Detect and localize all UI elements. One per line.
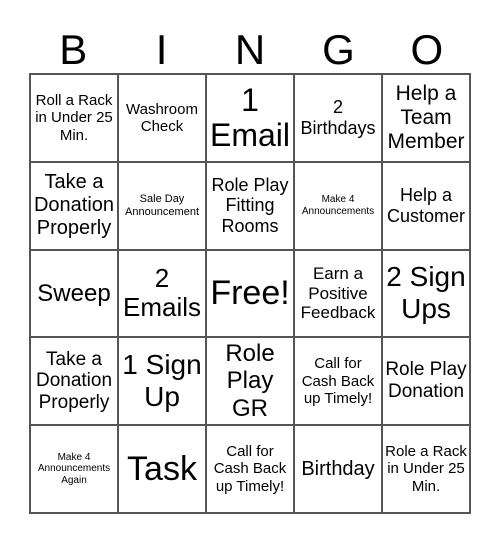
bingo-cell[interactable]: Call for Cash Back up Timely! xyxy=(294,337,382,426)
bingo-cell[interactable]: Take a Donation Properly xyxy=(30,161,118,250)
bingo-cell[interactable]: Make 4 Announcements xyxy=(294,161,382,250)
bingo-cell[interactable]: Role Play Fitting Rooms xyxy=(206,161,294,250)
bingo-cell[interactable]: Task xyxy=(118,425,206,513)
bingo-cell[interactable]: Role Play GR xyxy=(206,337,294,426)
header-letter-o: O xyxy=(410,26,444,73)
bingo-cell[interactable]: Make 4 Announcements Again xyxy=(30,425,118,513)
bingo-cell[interactable]: Birthday xyxy=(294,425,382,513)
bingo-cell[interactable]: 2 Emails xyxy=(118,249,206,338)
bingo-grid: Roll a Rack in Under 25 Min. Washroom Ch… xyxy=(29,73,471,514)
bingo-cell[interactable]: Role Play Donation xyxy=(382,337,470,426)
header-letter-g: G xyxy=(322,26,355,73)
header-letter-b: B xyxy=(59,26,88,73)
bingo-cell[interactable]: Role a Rack in Under 25 Min. xyxy=(382,425,470,513)
bingo-cell[interactable]: Help a Team Member xyxy=(382,74,470,162)
bingo-cell[interactable]: 1 Email xyxy=(206,74,294,162)
bingo-cell[interactable]: Take a Donation Properly xyxy=(30,337,118,426)
bingo-cell[interactable]: Help a Customer xyxy=(382,161,470,250)
bingo-cell[interactable]: Washroom Check xyxy=(118,74,206,162)
bingo-cell[interactable]: 1 Sign Up xyxy=(118,337,206,426)
header-letter-n: N xyxy=(234,26,266,73)
bingo-cell[interactable]: Earn a Positive Feedback xyxy=(294,249,382,338)
bingo-cell[interactable]: Roll a Rack in Under 25 Min. xyxy=(30,74,118,162)
bingo-cell[interactable]: 2 Sign Ups xyxy=(382,249,470,338)
bingo-cell[interactable]: Call for Cash Back up Timely! xyxy=(206,425,294,513)
bingo-header: B I N G O xyxy=(29,28,471,72)
header-letter-i: I xyxy=(155,26,168,73)
free-space-cell[interactable]: Free! xyxy=(206,249,294,338)
bingo-cell[interactable]: 2 Birthdays xyxy=(294,74,382,162)
bingo-cell[interactable]: Sweep xyxy=(30,249,118,338)
bingo-cell[interactable]: Sale Day Announcement xyxy=(118,161,206,250)
